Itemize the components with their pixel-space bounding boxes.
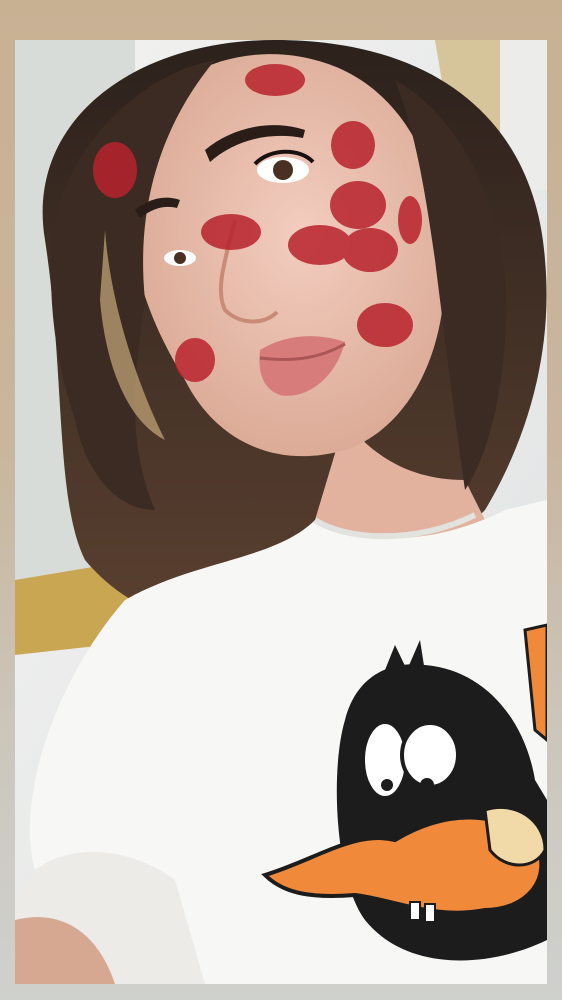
story-frame [0,0,562,1000]
duck-tooth [409,901,421,921]
kiss-mark [245,64,305,96]
duck-tooth [424,903,436,923]
kiss-mark [342,228,398,272]
duck-eye-right [400,721,460,789]
kiss-mark [288,225,352,265]
kiss-mark [201,214,261,250]
kiss-mark [331,121,375,169]
kiss-mark [357,303,413,347]
kiss-mark [330,181,386,229]
iris-right [273,160,293,180]
duck-pupil-left [381,779,393,791]
iris-left [174,252,186,264]
selfie-illustration [15,40,547,984]
kiss-mark [398,196,422,244]
story-photo [15,40,547,984]
kiss-mark [175,338,215,382]
kiss-mark [93,142,137,198]
duck-pupil-right [420,778,434,792]
